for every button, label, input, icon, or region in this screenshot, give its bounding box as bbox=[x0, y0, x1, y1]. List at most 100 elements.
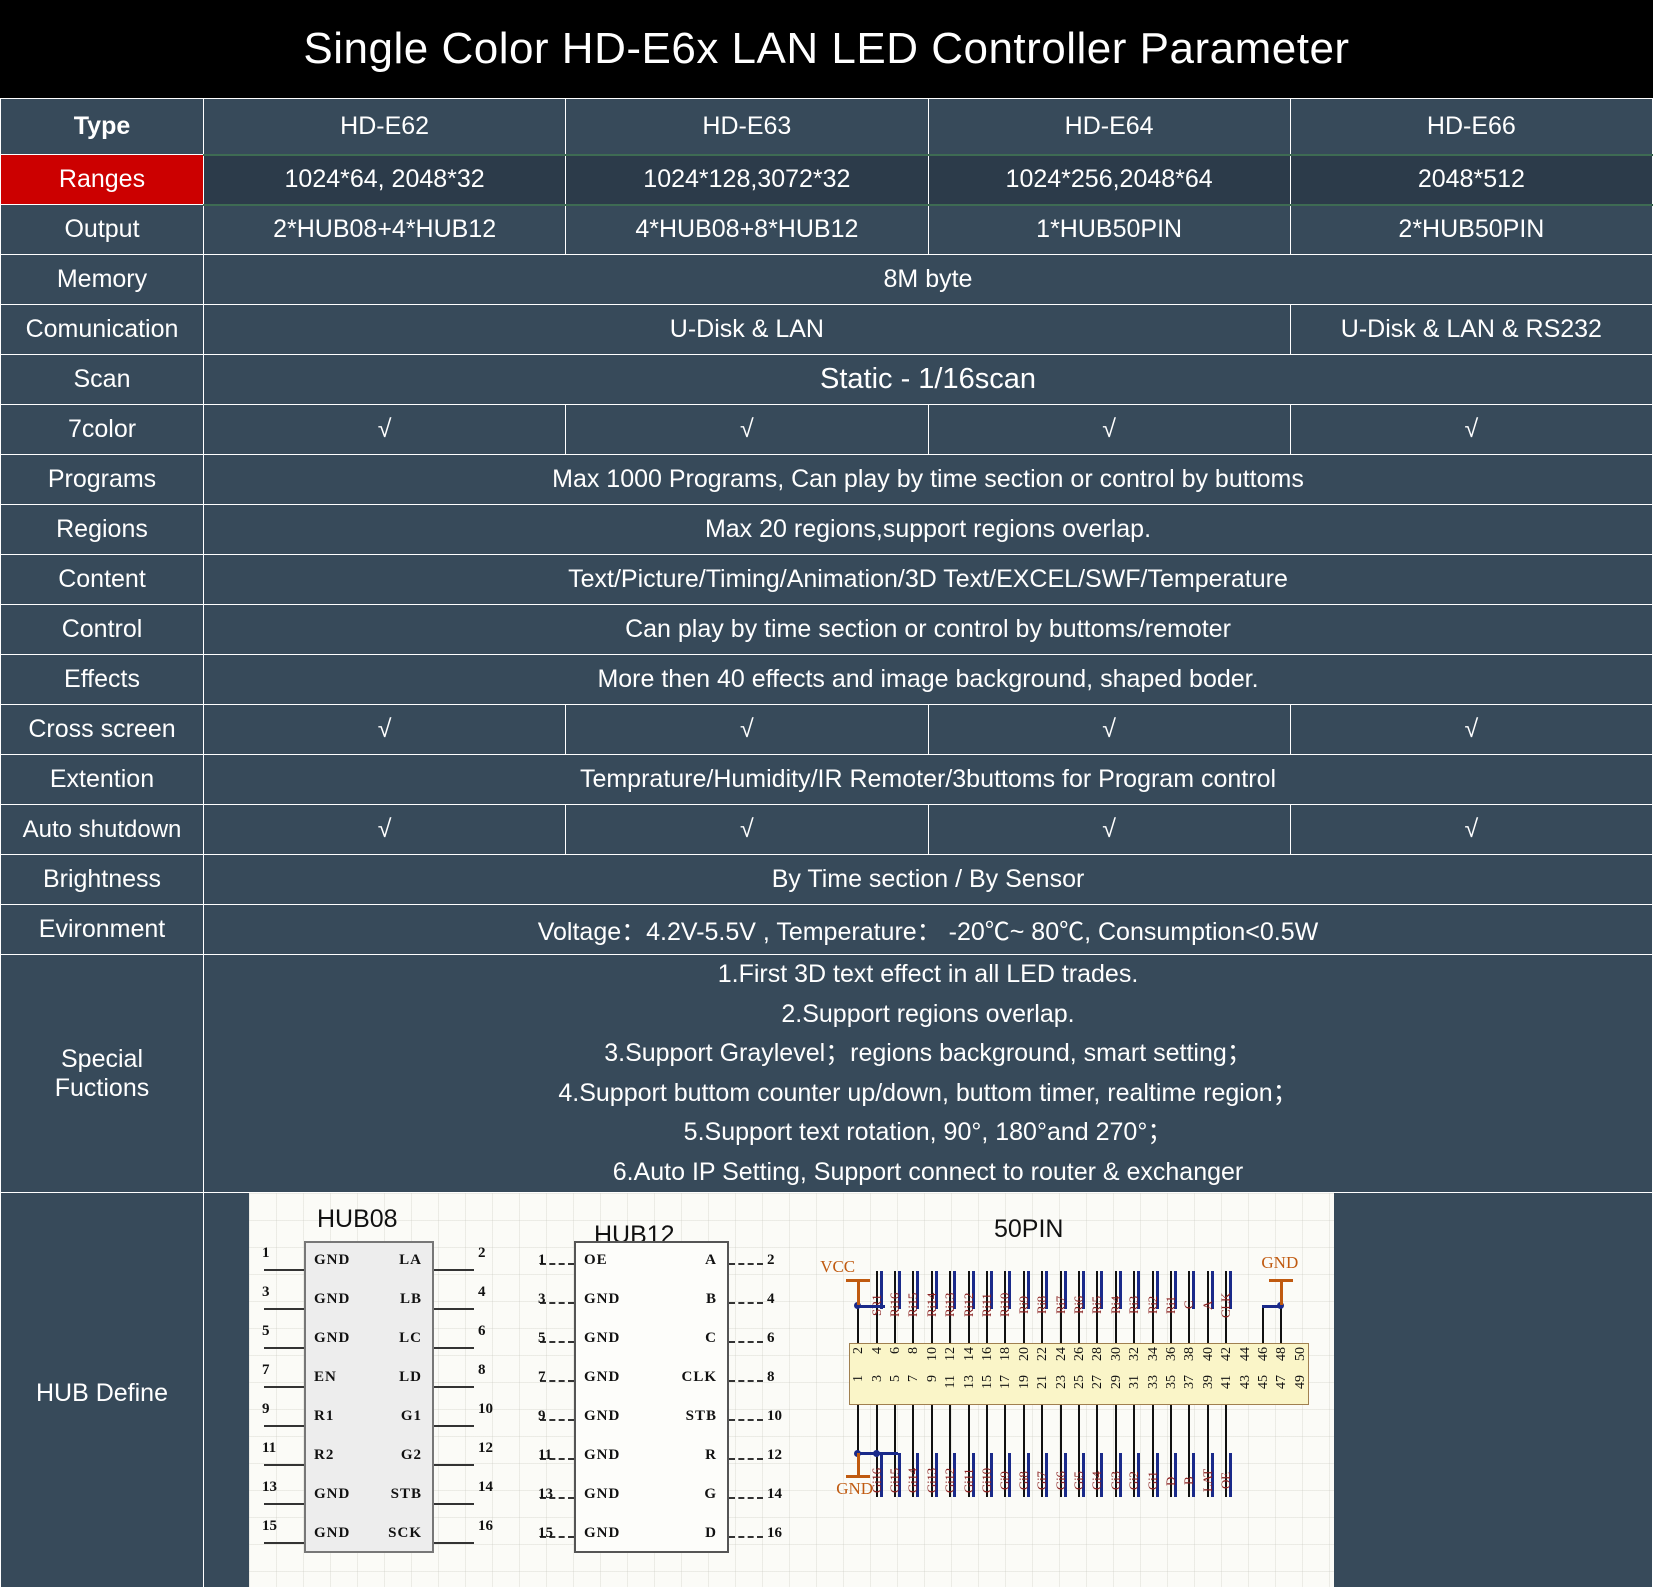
cell-content-value: Text/Picture/Timing/Animation/3D Text/EX… bbox=[203, 554, 1653, 605]
row-label-auto-shutdown: Auto shutdown bbox=[0, 804, 204, 855]
pin50-gnd-right-stem-1 bbox=[1280, 1305, 1283, 1343]
cell-output-e63: 4*HUB08+8*HUB12 bbox=[565, 204, 929, 255]
row-label-scan: Scan bbox=[0, 354, 204, 405]
hub08-right-lead-6 bbox=[434, 1346, 474, 1349]
pin50-top-number-22: 22 bbox=[1035, 1347, 1051, 1361]
cell-output-e62: 2*HUB08+4*HUB12 bbox=[202, 204, 567, 255]
hub12-right-pin-number-16: 16 bbox=[767, 1524, 782, 1541]
special-line-6: 6.Auto IP Setting, Support connect to ro… bbox=[612, 1157, 1244, 1186]
hub08-left-lead-3 bbox=[264, 1307, 304, 1310]
hub12-right-pin-number-2: 2 bbox=[767, 1251, 775, 1268]
row-label-type: Type bbox=[0, 98, 204, 155]
hub12-left-pin-number-13: 13 bbox=[538, 1485, 553, 1502]
pin50-bottom-number-29: 29 bbox=[1108, 1375, 1124, 1389]
pin50-top-number-8: 8 bbox=[906, 1347, 922, 1354]
table-row-hub-define: HUB Define HUB08 GND LA 1 2 GND LB 3 4 GND LC 5 6 EN… bbox=[0, 1192, 1653, 1587]
cell-cross-screen-e63: √ bbox=[565, 704, 929, 755]
pin50-bottom-number-1: 1 bbox=[851, 1375, 867, 1382]
row-label-content: Content bbox=[0, 554, 204, 605]
hub12-left-pin-name-13: GND bbox=[584, 1485, 621, 1502]
cell-hub-define: HUB08 GND LA 1 2 GND LB 3 4 GND LC 5 6 EN LD 7 8 R1 G1 9 10… bbox=[203, 1192, 1653, 1587]
hub08-right-lead-8 bbox=[434, 1385, 474, 1388]
table-row-comunication: Comunication U-Disk & LAN U-Disk & LAN &… bbox=[0, 304, 1653, 355]
table-row-cross-screen: Cross screen √ √ √ √ bbox=[0, 704, 1653, 755]
pin50-top-number-40: 40 bbox=[1200, 1347, 1216, 1361]
hub08-left-pin-number-7: 7 bbox=[262, 1361, 270, 1378]
cell-ranges-e63: 1024*128,3072*32 bbox=[565, 153, 929, 206]
pin50-top-number-4: 4 bbox=[869, 1347, 885, 1354]
pin50-gnd-stem-1 bbox=[875, 1405, 878, 1453]
pin50-top-number-18: 18 bbox=[998, 1347, 1014, 1361]
row-label-effects: Effects bbox=[0, 654, 204, 705]
hub12-right-pin-number-6: 6 bbox=[767, 1329, 775, 1346]
row-label-control: Control bbox=[0, 604, 204, 655]
pin50-bottom-label-Gi10: Gi10 bbox=[979, 1468, 994, 1494]
pin50-top-number-24: 24 bbox=[1053, 1347, 1069, 1361]
pin50-top-label-Ri5: Ri5 bbox=[1089, 1296, 1105, 1314]
cell-ranges-e62: 1024*64, 2048*32 bbox=[202, 153, 567, 206]
pin50-gnd-stem-0 bbox=[857, 1405, 860, 1453]
hub12-right-pin-name-8: CLK bbox=[681, 1368, 717, 1385]
pin50-bottom-number-49: 49 bbox=[1292, 1375, 1308, 1389]
pin50-top-number-12: 12 bbox=[943, 1347, 959, 1361]
pin50-top-label-Ri8: Ri8 bbox=[1034, 1296, 1050, 1314]
pin50-top-label-Ri6: Ri6 bbox=[1071, 1296, 1086, 1314]
table-row-regions: Regions Max 20 regions,support regions o… bbox=[0, 504, 1653, 555]
pin50-top-number-36: 36 bbox=[1164, 1347, 1179, 1361]
page-title: Single Color HD-E6x LAN LED Controller P… bbox=[303, 24, 1350, 73]
hub12-left-pin-number-9: 9 bbox=[538, 1407, 546, 1424]
pin50-top-number-30: 30 bbox=[1108, 1347, 1124, 1361]
hub08-right-pin-name-8: LD bbox=[399, 1368, 422, 1385]
pin50-bottom-number-13: 13 bbox=[961, 1375, 977, 1389]
pin50-bottom-label-Gi11: Gi11 bbox=[960, 1468, 976, 1494]
pin50-gnd-wire bbox=[857, 1452, 898, 1455]
hub08-left-pin-number-1: 1 bbox=[262, 1244, 270, 1261]
cell-auto-shutdown-e64: √ bbox=[927, 804, 1291, 855]
pin50-top-number-42: 42 bbox=[1219, 1347, 1235, 1361]
pin50-top-label-A: A bbox=[1199, 1300, 1215, 1310]
table-row-effects: Effects More then 40 effects and image b… bbox=[0, 654, 1653, 705]
hub12-left-pin-name-11: GND bbox=[584, 1446, 621, 1463]
cell-evironment-value: Voltage：4.2V-5.5V , Temperature： -20℃~ 8… bbox=[203, 904, 1653, 955]
pin50-bottom-number-19: 19 bbox=[1016, 1375, 1032, 1389]
pin50-top-number-32: 32 bbox=[1127, 1347, 1143, 1361]
pin50-top-number-46: 46 bbox=[1256, 1347, 1271, 1361]
pin50-top-label-Ri13: Ri13 bbox=[942, 1292, 958, 1318]
pin50-top-label-Ri9: Ri9 bbox=[1015, 1296, 1031, 1314]
pin50-top-number-20: 20 bbox=[1016, 1347, 1032, 1361]
pin50-bottom-number-37: 37 bbox=[1182, 1375, 1198, 1389]
pin50-gnd-label-left: GND bbox=[836, 1479, 874, 1498]
hub08-right-pin-name-16: SCK bbox=[388, 1524, 422, 1541]
hub08-right-lead-4 bbox=[434, 1307, 474, 1310]
pin50-bottom-label-Gi7: Gi7 bbox=[1034, 1471, 1050, 1491]
hub08-left-pin-number-15: 15 bbox=[262, 1517, 277, 1534]
pin50-top-number-10: 10 bbox=[924, 1347, 940, 1361]
table-row-special-fuctions: Special Fuctions 1.First 3D text effect … bbox=[0, 954, 1653, 1193]
hub12-right-lead-16 bbox=[729, 1535, 763, 1538]
hub08-left-pin-number-9: 9 bbox=[262, 1400, 270, 1417]
pin50-gnd-right-stem-0 bbox=[1262, 1305, 1264, 1343]
pin50-bottom-label-Gi15: Gi15 bbox=[887, 1468, 902, 1494]
hub12-left-pin-number-11: 11 bbox=[538, 1446, 553, 1463]
table-row-brightness: Brightness By Time section / By Sensor bbox=[0, 854, 1653, 905]
hub08-right-pin-number-14: 14 bbox=[478, 1478, 493, 1495]
cell-regions-value: Max 20 regions,support regions overlap. bbox=[203, 504, 1653, 555]
hub08-right-pin-name-2: LA bbox=[399, 1251, 422, 1268]
column-header-model-3: HD-E66 bbox=[1289, 98, 1653, 155]
hub12-right-pin-name-6: C bbox=[705, 1329, 717, 1346]
hub12-left-pin-name-9: GND bbox=[584, 1407, 621, 1424]
pin50-bottom-number-9: 9 bbox=[924, 1375, 940, 1382]
pin50-bottom-number-39: 39 bbox=[1200, 1375, 1216, 1389]
hub12-left-pin-number-7: 7 bbox=[538, 1368, 546, 1385]
cell-control-value: Can play by time section or control by b… bbox=[203, 604, 1653, 655]
cell-7color-e63: √ bbox=[565, 404, 929, 455]
pin50-top-number-14: 14 bbox=[961, 1347, 977, 1361]
hub12-right-lead-4 bbox=[729, 1301, 763, 1304]
row-label-cross-screen: Cross screen bbox=[0, 704, 204, 755]
pin50-vcc-wire bbox=[857, 1305, 886, 1308]
row-label-hub-define: HUB Define bbox=[0, 1192, 204, 1587]
pin50-vcc-label: VCC bbox=[820, 1257, 856, 1276]
table-row-content: Content Text/Picture/Timing/Animation/3D… bbox=[0, 554, 1653, 605]
pin50-top-number-34: 34 bbox=[1145, 1347, 1161, 1361]
cell-7color-e64: √ bbox=[927, 404, 1291, 455]
